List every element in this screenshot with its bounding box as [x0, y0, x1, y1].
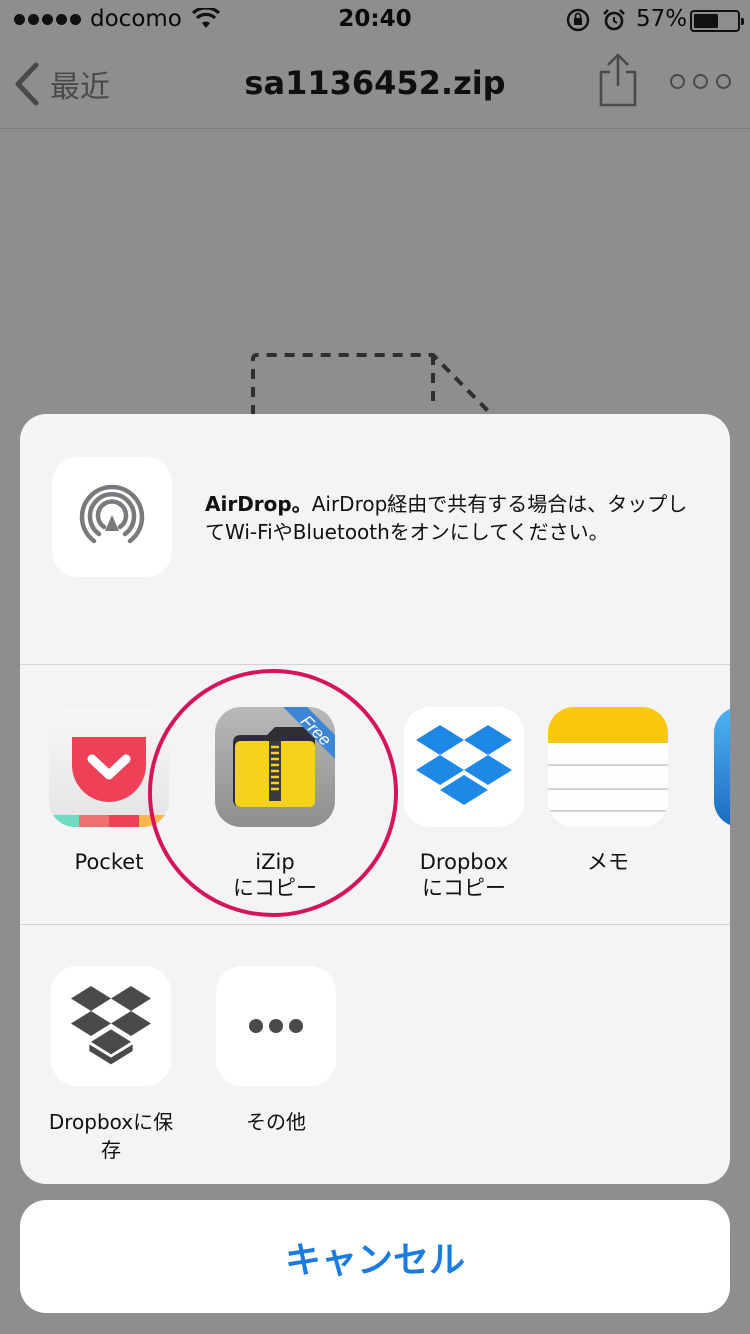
battery-percent: 57% [636, 6, 688, 32]
action-save-to-dropbox[interactable]: Dropboxに保存 [31, 966, 191, 1164]
navigation-bar: 最近 sa1136452.zip [0, 40, 750, 129]
action-row: Dropboxに保存 その他 [20, 926, 730, 1184]
pocket-icon [49, 707, 169, 827]
app-izip[interactable]: Free iZip にコピー [195, 707, 355, 901]
share-sheet: AirDrop。AirDrop経由で共有する場合は、タップしてWi-FiやBlu… [20, 414, 730, 1184]
battery-icon [690, 10, 744, 32]
app-label: Dropbox にコピー [419, 850, 509, 900]
action-more[interactable]: その他 [196, 966, 356, 1136]
notes-icon [548, 707, 668, 827]
cancel-button[interactable]: キャンセル [20, 1200, 730, 1313]
battery-level [694, 14, 718, 28]
status-bar: docomo 20:40 57% [0, 0, 750, 40]
rotation-lock-icon [566, 8, 590, 32]
app-dropbox-copy[interactable]: Dropbox にコピー [384, 707, 544, 901]
ellipsis-icon [216, 966, 336, 1086]
app-notes[interactable]: メモ [528, 707, 688, 875]
airdrop-section[interactable]: AirDrop。AirDrop経由で共有する場合は、タップしてWi-FiやBlu… [20, 414, 730, 665]
dropbox-icon [51, 966, 171, 1086]
more-options-icon[interactable] [670, 74, 731, 89]
app-label: Pocket [74, 850, 144, 874]
izip-icon: Free [215, 707, 335, 827]
dropbox-icon [404, 707, 524, 827]
app-partial-icon[interactable] [714, 707, 730, 827]
alarm-icon [603, 9, 625, 31]
airdrop-icon[interactable] [52, 457, 172, 577]
action-label: Dropboxに保存 [48, 1110, 174, 1162]
airdrop-description: AirDrop。AirDrop経由で共有する場合は、タップしてWi-FiやBlu… [205, 490, 705, 546]
app-label: メモ [587, 850, 629, 874]
airdrop-title: AirDrop。 [205, 492, 312, 516]
action-label: その他 [246, 1110, 306, 1134]
app-label: iZip にコピー [233, 850, 317, 900]
app-pocket[interactable]: Pocket [29, 707, 189, 875]
file-placeholder-icon [251, 353, 494, 417]
app-share-row: Pocket Free iZip にコピー Dropbox にコピー メモ [20, 665, 730, 925]
share-icon[interactable] [596, 52, 640, 108]
